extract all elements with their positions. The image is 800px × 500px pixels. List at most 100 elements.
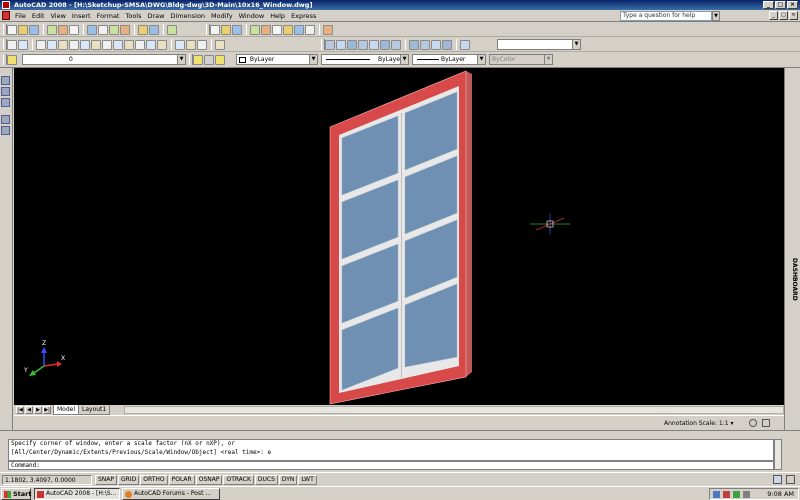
polar-toggle[interactable]: POLAR (168, 475, 195, 485)
publish-icon[interactable] (69, 24, 79, 35)
tolerance-icon[interactable] (175, 39, 185, 50)
ortho-toggle[interactable]: ORTHO (140, 475, 168, 485)
ducs-toggle[interactable]: DUCS (254, 475, 278, 485)
menu-help[interactable]: Help (267, 10, 288, 22)
menu-insert[interactable]: Insert (69, 10, 94, 22)
sheet-set-icon[interactable] (1, 115, 10, 124)
prev-tab-button[interactable]: ◀ (25, 406, 33, 414)
plot-icon[interactable] (47, 24, 57, 35)
annotation-visibility-icon[interactable] (749, 419, 757, 427)
tab-model[interactable]: Model (53, 405, 80, 415)
design-center-icon[interactable] (1, 87, 10, 96)
dim-style-icon[interactable] (36, 39, 46, 50)
network-icon[interactable] (713, 491, 720, 498)
taskbar-item-autocad[interactable]: AutoCAD 2008 - [H:\S... (34, 488, 120, 500)
quick-dim-icon[interactable] (135, 39, 145, 50)
layer-select[interactable]: 0 ▼ (22, 54, 186, 65)
visual-style-select[interactable]: ▼ (497, 39, 581, 50)
doc-restore-button[interactable]: □ (779, 11, 788, 20)
text-icon[interactable] (18, 39, 28, 50)
pyramid-icon[interactable] (391, 39, 401, 50)
render-icon[interactable] (460, 39, 470, 50)
baseline-icon[interactable] (146, 39, 156, 50)
zoom-window-icon[interactable] (221, 24, 231, 35)
first-tab-button[interactable]: |◀ (16, 406, 24, 414)
save-icon[interactable] (29, 24, 39, 35)
communication-center-icon[interactable] (773, 475, 782, 484)
center-mark-icon[interactable] (186, 39, 196, 50)
command-input[interactable]: Command: (8, 461, 774, 470)
grid-toggle[interactable]: GRID (118, 475, 140, 485)
linear-icon[interactable] (47, 39, 57, 50)
volume-icon[interactable] (743, 491, 750, 498)
markup-icon[interactable] (294, 24, 304, 35)
torus-icon[interactable] (380, 39, 390, 50)
continue-icon[interactable] (157, 39, 167, 50)
menu-format[interactable]: Format (94, 10, 123, 22)
cylinder-icon[interactable] (347, 39, 357, 50)
redo-icon[interactable] (149, 24, 159, 35)
menu-edit[interactable]: Edit (29, 10, 48, 22)
menu-view[interactable]: View (47, 10, 68, 22)
aligned-icon[interactable] (58, 39, 68, 50)
start-button[interactable]: Start (1, 488, 32, 500)
menu-file[interactable]: File (12, 10, 29, 22)
extrude-icon[interactable] (409, 39, 419, 50)
taskbar-item-browser[interactable]: AutoCAD Forums - Post ... (122, 488, 220, 500)
wedge-icon[interactable] (336, 39, 346, 50)
tray-settings-icon[interactable] (786, 475, 795, 484)
menu-modify[interactable]: Modify (208, 10, 236, 22)
menu-tools[interactable]: Tools (122, 10, 144, 22)
loft-icon[interactable] (442, 39, 452, 50)
tool-palettes-icon[interactable] (272, 24, 282, 35)
help-icon[interactable] (323, 24, 333, 35)
coordinates-readout[interactable]: 1.1802, 3.4097, 0.0000 (2, 475, 92, 485)
menu-window[interactable]: Window (236, 10, 268, 22)
design-center-icon[interactable] (261, 24, 271, 35)
angular-icon[interactable] (124, 39, 134, 50)
color-select[interactable]: ByLayer ▼ (236, 54, 318, 65)
command-scrollbar[interactable] (774, 439, 782, 470)
pan-icon[interactable] (167, 24, 177, 35)
document-icon[interactable] (2, 11, 10, 20)
osnap-toggle[interactable]: OSNAP (195, 475, 223, 485)
layer-state-icon[interactable] (193, 54, 203, 65)
menu-draw[interactable]: Draw (145, 10, 168, 22)
zoom-previous-icon[interactable] (232, 24, 242, 35)
match-properties-icon[interactable] (120, 24, 130, 35)
maximize-button[interactable]: □ (775, 1, 786, 9)
drawing-canvas[interactable]: Z X Y (14, 68, 784, 405)
cone-icon[interactable] (358, 39, 368, 50)
new-icon[interactable] (7, 24, 17, 35)
tool-palettes-icon[interactable] (1, 98, 10, 107)
minimize-button[interactable]: _ (763, 1, 774, 9)
copy-icon[interactable] (98, 24, 108, 35)
radius-icon[interactable] (91, 39, 101, 50)
quickcalc-icon[interactable] (305, 24, 315, 35)
last-tab-button[interactable]: ▶| (43, 406, 51, 414)
horizontal-scrollbar[interactable] (124, 406, 784, 414)
undo-icon[interactable] (138, 24, 148, 35)
doc-minimize-button[interactable]: _ (769, 11, 778, 20)
sweep-icon[interactable] (431, 39, 441, 50)
layer-previous-icon[interactable] (204, 54, 214, 65)
snap-toggle[interactable]: SNAP (95, 475, 118, 485)
doc-close-button[interactable]: × (789, 11, 798, 20)
auto-scale-icon[interactable] (762, 419, 770, 427)
properties-icon[interactable] (250, 24, 260, 35)
jogged-icon[interactable] (102, 39, 112, 50)
layer-manager-icon[interactable] (7, 54, 17, 65)
sphere-icon[interactable] (369, 39, 379, 50)
sheet-set-icon[interactable] (283, 24, 293, 35)
autocad-app-icon[interactable] (2, 1, 10, 9)
dyn-toggle[interactable]: DYN (278, 475, 298, 485)
lwt-toggle[interactable]: LWT (298, 475, 317, 485)
diameter-icon[interactable] (113, 39, 123, 50)
make-current-icon[interactable] (215, 54, 225, 65)
zoom-realtime-icon[interactable] (210, 24, 220, 35)
text-style-icon[interactable] (7, 39, 17, 50)
next-tab-button[interactable]: ▶ (34, 406, 42, 414)
antivirus-icon[interactable] (723, 491, 730, 498)
dashboard-panel[interactable]: DASHBOARD (784, 68, 800, 430)
paste-icon[interactable] (109, 24, 119, 35)
